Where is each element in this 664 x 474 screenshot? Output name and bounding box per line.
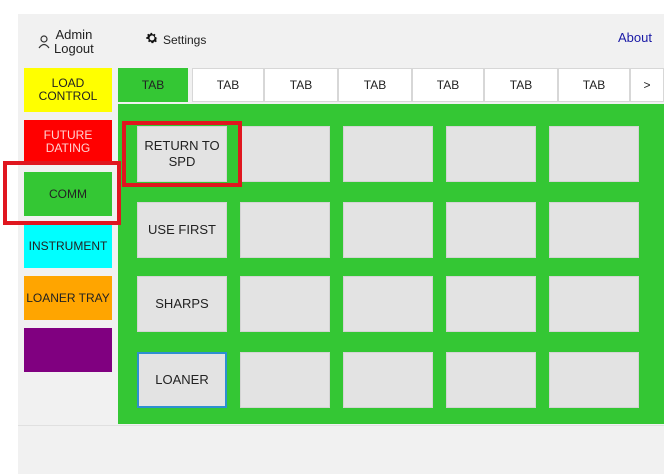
tab-strip: TAB TAB TAB TAB TAB TAB TAB > [118, 68, 664, 102]
grid-button[interactable] [343, 202, 433, 258]
grid-button-loaner[interactable]: LOANER [137, 352, 227, 408]
sidebar-item-comm[interactable]: COMM [24, 172, 112, 216]
grid-button[interactable] [549, 202, 639, 258]
sidebar-item-instrument[interactable]: INSTRUMENT [24, 224, 112, 268]
tab-3[interactable]: TAB [264, 68, 338, 102]
sidebar-item-future-dating[interactable]: FUTURE DATING [24, 120, 112, 164]
user-menu[interactable]: Admin Logout [38, 28, 94, 56]
settings-button[interactable]: Settings [145, 31, 206, 48]
grid-button[interactable] [240, 276, 330, 332]
grid-button-return-to-spd[interactable]: RETURN TO SPD [137, 126, 227, 182]
tab-5[interactable]: TAB [412, 68, 484, 102]
grid-button[interactable] [343, 276, 433, 332]
user-icon [38, 35, 50, 49]
sidebar-item-purple[interactable] [24, 328, 112, 372]
grid-button[interactable] [446, 276, 536, 332]
tab-6[interactable]: TAB [484, 68, 558, 102]
tab-7[interactable]: TAB [558, 68, 630, 102]
sidebar-item-loaner-tray[interactable]: LOANER TRAY [24, 276, 112, 320]
grid-button[interactable] [343, 352, 433, 408]
sidebar-item-load-control[interactable]: LOAD CONTROL [24, 68, 112, 112]
logout-link[interactable]: Logout [54, 42, 94, 56]
grid-button[interactable] [549, 352, 639, 408]
item-grid: RETURN TO SPD USE FIRST SHARPS LOANER [118, 104, 664, 424]
grid-button[interactable] [549, 276, 639, 332]
grid-button[interactable] [446, 352, 536, 408]
user-name: Admin [55, 27, 93, 42]
grid-button-sharps[interactable]: SHARPS [137, 276, 227, 332]
grid-button[interactable] [240, 126, 330, 182]
sidebar-item-label: LOANER TRAY [26, 290, 110, 305]
tab-4[interactable]: TAB [338, 68, 412, 102]
gear-icon [145, 31, 159, 48]
grid-button[interactable] [240, 202, 330, 258]
about-link[interactable]: About [618, 30, 652, 45]
tabs-next-arrow[interactable]: > [630, 68, 664, 102]
sidebar-item-label: INSTRUMENT [28, 238, 108, 253]
grid-button[interactable] [446, 126, 536, 182]
tab-1[interactable]: TAB [118, 68, 188, 102]
grid-button-use-first[interactable]: USE FIRST [137, 202, 227, 258]
grid-button[interactable] [549, 126, 639, 182]
grid-button[interactable] [446, 202, 536, 258]
sidebar-item-label: LOAD CONTROL [38, 76, 98, 103]
settings-label: Settings [163, 32, 207, 47]
grid-button[interactable] [343, 126, 433, 182]
sidebar-item-label: COMM [49, 186, 87, 201]
tab-2[interactable]: TAB [192, 68, 264, 102]
grid-button[interactable] [240, 352, 330, 408]
sidebar-item-label: FUTURE DATING [43, 128, 93, 155]
footer-bar [18, 425, 664, 474]
